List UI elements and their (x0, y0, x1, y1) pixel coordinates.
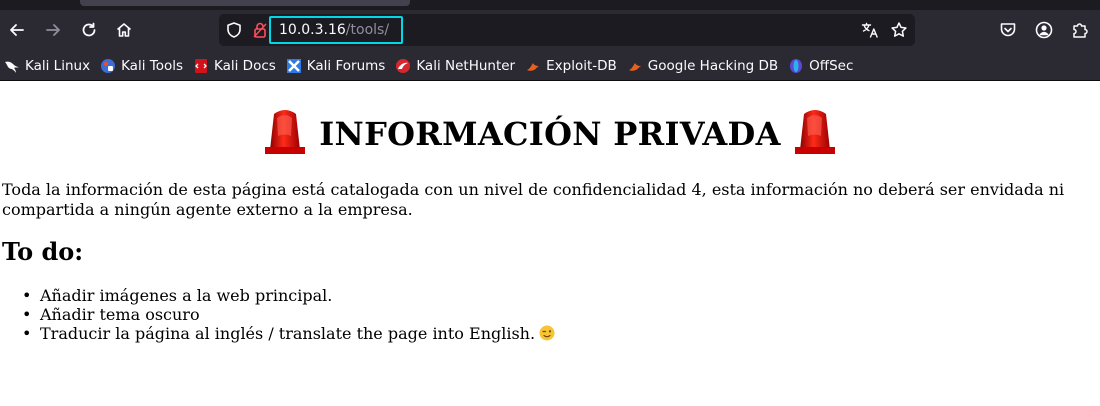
list-item-text: Añadir imágenes a la web principal. (40, 286, 333, 305)
browser-toolbar: 10.0.3.16/tools/ (0, 10, 1100, 52)
lock-icon[interactable] (251, 21, 269, 39)
bookmark-exploit-db[interactable]: Exploit-DB (525, 55, 617, 77)
todo-heading: To do: (2, 237, 84, 266)
arrow-right-icon (46, 24, 60, 36)
url-path: /tools/ (345, 22, 390, 38)
offsec-icon (790, 59, 803, 73)
bookmark-label: Exploit-DB (546, 58, 617, 74)
winking-face-icon (539, 325, 555, 341)
bookmark-label: Kali Tools (121, 58, 183, 74)
bookmark-kali-forums[interactable]: Kali Forums (286, 55, 386, 77)
bookmark-kali-tools[interactable]: Kali Tools (100, 55, 183, 77)
kali-dragon-icon (5, 61, 19, 73)
list-item-text: Añadir tema oscuro (40, 305, 200, 324)
shield-icon[interactable] (225, 21, 243, 39)
page-content: INFORMACIÓN PRIVADA Toda la información … (0, 82, 1100, 406)
bookmark-label: Kali Forums (306, 58, 386, 74)
intro-paragraph: Toda la información de esta página está … (2, 180, 1065, 219)
bookmark-label: Google Hacking DB (647, 58, 779, 74)
siren-icon (265, 110, 306, 154)
forward-button[interactable] (38, 15, 68, 45)
list-item: Añadir tema oscuro (22, 305, 555, 324)
bookmark-kali-nethunter[interactable]: Kali NetHunter (395, 55, 515, 77)
todo-list: Añadir imágenes a la web principal. Añad… (22, 286, 555, 343)
kali-forums-icon (286, 59, 301, 73)
bookmark-google-hacking-db[interactable]: Google Hacking DB (627, 55, 778, 77)
page-title: INFORMACIÓN PRIVADA (319, 115, 781, 153)
kali-tools-icon (101, 59, 116, 73)
list-item: Añadir imágenes a la web principal. (22, 286, 555, 305)
kali-docs-icon (195, 59, 207, 73)
page-headline: INFORMACIÓN PRIVADA (0, 102, 1100, 154)
list-item: Traducir la página al inglés / translate… (22, 324, 555, 343)
arrow-left-icon (10, 24, 24, 36)
url-bar[interactable]: 10.0.3.16/tools/ (219, 14, 915, 46)
home-icon (116, 23, 132, 37)
siren-icon (794, 110, 835, 154)
star-icon[interactable] (890, 21, 908, 39)
bookmark-kali-docs[interactable]: Kali Docs (193, 55, 276, 77)
nethunter-icon (396, 59, 411, 73)
reload-icon (82, 22, 96, 37)
back-button[interactable] (2, 15, 32, 45)
bookmark-kali-linux[interactable]: Kali Linux (4, 55, 90, 77)
exploit-db-icon (527, 63, 540, 71)
extensions-icon[interactable] (1070, 20, 1090, 40)
ghdb-icon (628, 63, 641, 71)
translate-icon[interactable] (861, 21, 879, 39)
account-icon[interactable] (1034, 20, 1054, 40)
list-item-text: Traducir la página al inglés / translate… (40, 324, 536, 343)
reload-button[interactable] (74, 15, 104, 45)
bookmark-label: Kali NetHunter (416, 58, 516, 74)
url-host: 10.0.3.16 (279, 22, 346, 38)
pocket-icon[interactable] (998, 20, 1018, 40)
tab-strip (0, 0, 1100, 10)
bookmark-offsec[interactable]: OffSec (788, 55, 853, 77)
active-tab-edge[interactable] (80, 0, 410, 6)
bookmarks-toolbar: Kali Linux Kali Tools Kali Docs Kali For… (0, 52, 1100, 81)
url-text[interactable]: 10.0.3.16/tools/ (279, 22, 389, 38)
bookmark-label: Kali Docs (214, 58, 276, 74)
bookmark-label: OffSec (809, 58, 854, 74)
home-button[interactable] (109, 15, 139, 45)
bookmark-label: Kali Linux (25, 58, 91, 74)
